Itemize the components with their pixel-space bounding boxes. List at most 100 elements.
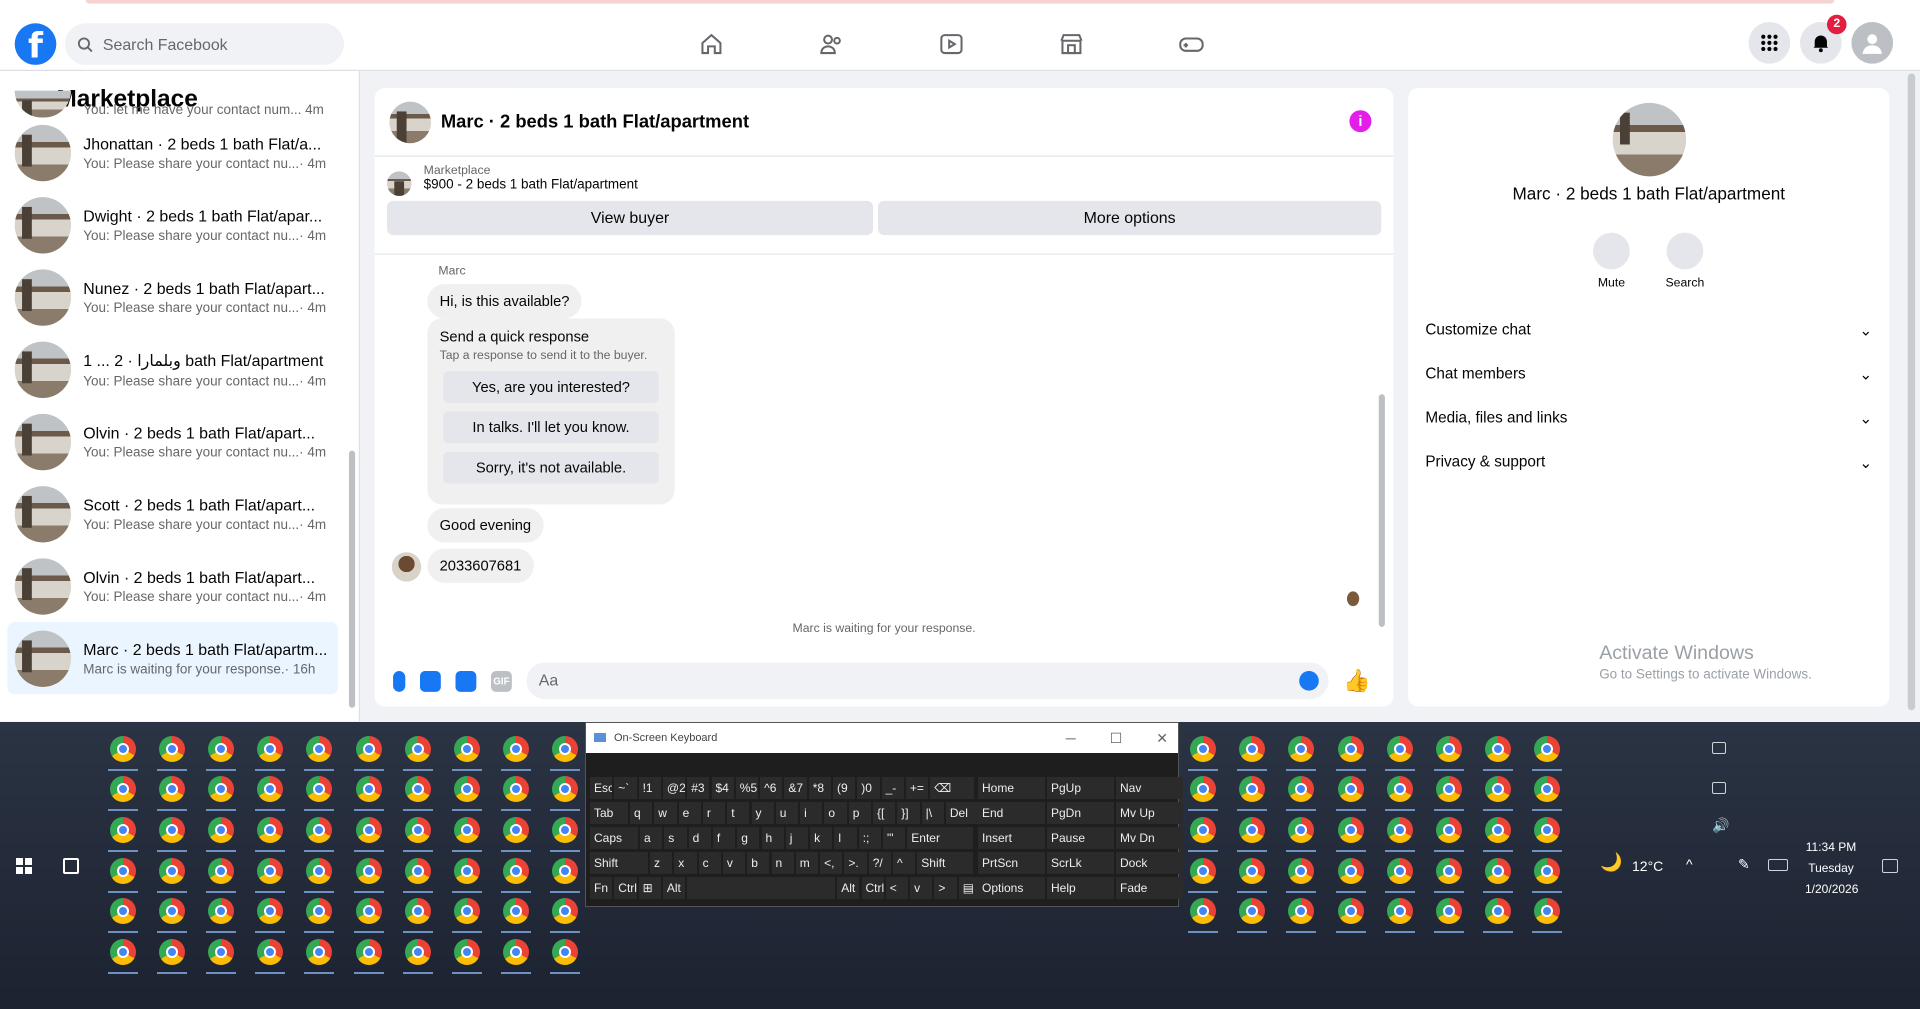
chrome-taskbar-icon[interactable]	[353, 776, 384, 811]
profile-avatar[interactable]	[1851, 22, 1894, 64]
chrome-taskbar-icon[interactable]	[1335, 898, 1366, 933]
osk-key[interactable]: +=	[905, 777, 929, 799]
marketplace-nav-icon[interactable]	[1036, 15, 1107, 74]
osk-key[interactable]: Shift	[590, 852, 648, 874]
chrome-taskbar-icon[interactable]	[451, 736, 482, 771]
osk-key[interactable]: b	[747, 852, 770, 874]
osk-key[interactable]: *8	[808, 777, 831, 799]
page-scrollbar[interactable]	[1906, 71, 1917, 722]
chrome-taskbar-icon[interactable]	[1433, 898, 1464, 933]
quick-reply-button[interactable]: Yes, are you interested?	[443, 371, 659, 403]
osk-key[interactable]: r	[702, 802, 726, 824]
chrome-taskbar-icon[interactable]	[1384, 898, 1415, 933]
gaming-nav-icon[interactable]	[1156, 15, 1227, 74]
chrome-taskbar-icon[interactable]	[1335, 817, 1366, 852]
conversation-partial[interactable]: You: let me have your contact num... 4m	[7, 90, 338, 118]
chrome-taskbar-icon[interactable]	[255, 858, 286, 893]
osk-key[interactable]: (9	[833, 777, 856, 799]
customize-chat-section[interactable]: Customize chat ⌄	[1425, 321, 1872, 339]
inbox-scrollbar[interactable]	[348, 120, 356, 720]
chrome-taskbar-icon[interactable]	[1237, 898, 1268, 933]
chrome-taskbar-icon[interactable]	[500, 939, 531, 974]
chrome-taskbar-icon[interactable]	[1433, 817, 1464, 852]
osk-key[interactable]: {[	[873, 802, 896, 824]
osk-key[interactable]: %5	[735, 777, 759, 799]
media-files-links-section[interactable]: Media, files and links ⌄	[1425, 409, 1872, 427]
message-input[interactable]: Aa	[526, 662, 1329, 700]
osk-key[interactable]: >	[934, 877, 957, 899]
chrome-taskbar-icon[interactable]	[1531, 736, 1562, 771]
chrome-taskbar-icon[interactable]	[1335, 736, 1366, 771]
osk-nav-key[interactable]: Options	[978, 877, 1045, 899]
osk-key[interactable]: }]	[897, 802, 920, 824]
chrome-taskbar-icon[interactable]	[1335, 776, 1366, 811]
search-in-chat-button[interactable]: Search	[1663, 232, 1707, 290]
chrome-taskbar-icon[interactable]	[1237, 817, 1268, 852]
osk-key[interactable]: k	[810, 827, 833, 849]
chrome-taskbar-icon[interactable]	[402, 939, 433, 974]
info-icon[interactable]: i	[1349, 110, 1372, 133]
sticker-icon[interactable]	[455, 670, 477, 692]
chrome-taskbar-icon[interactable]	[1433, 858, 1464, 893]
conversation-item[interactable]: Scott · 2 beds 1 bath Flat/apart... You: …	[7, 478, 338, 550]
chrome-taskbar-icon[interactable]	[1531, 776, 1562, 811]
chrome-taskbar-icon[interactable]	[549, 776, 580, 811]
chat-scrollbar[interactable]	[1378, 260, 1386, 640]
quick-reply-button[interactable]: Sorry, it's not available.	[443, 451, 659, 484]
osk-nav-key[interactable]: Mv Dn	[1116, 827, 1183, 849]
volume-icon[interactable]: 🔊	[1712, 817, 1729, 834]
chrome-taskbar-icon[interactable]	[1384, 776, 1415, 811]
emoji-icon[interactable]	[1299, 671, 1319, 691]
chrome-taskbar-icon[interactable]	[402, 858, 433, 893]
osk-nav-key[interactable]: End	[978, 802, 1045, 824]
chrome-taskbar-icon[interactable]	[1482, 736, 1513, 771]
osk-key[interactable]: w	[654, 802, 677, 824]
osk-key[interactable]: n	[771, 852, 794, 874]
osk-nav-key[interactable]: Mv Up	[1116, 802, 1183, 824]
osk-key[interactable]: ?/	[868, 852, 891, 874]
osk-nav-key[interactable]: ScrLk	[1047, 852, 1114, 874]
chrome-taskbar-icon[interactable]	[206, 817, 237, 852]
osk-key[interactable]: ⊞	[638, 877, 661, 899]
osk-key[interactable]: #3	[687, 777, 710, 799]
chrome-taskbar-icon[interactable]	[1531, 817, 1562, 852]
osk-key[interactable]: i	[800, 802, 823, 824]
chrome-taskbar-icon[interactable]	[1384, 736, 1415, 771]
chrome-taskbar-icon[interactable]	[500, 817, 531, 852]
conversation-item[interactable]: Nunez · 2 beds 1 bath Flat/apart... You: …	[7, 262, 338, 334]
chrome-taskbar-icon[interactable]	[108, 817, 138, 852]
notification-center-icon[interactable]	[1882, 859, 1898, 873]
chrome-taskbar-icon[interactable]	[206, 736, 237, 771]
chrome-taskbar-icon[interactable]	[304, 776, 335, 811]
osk-key[interactable]: m	[795, 852, 819, 874]
notifications-bell-icon[interactable]: 2	[1800, 14, 1847, 64]
osk-key[interactable]: &7	[784, 777, 807, 799]
chrome-taskbar-icon[interactable]	[451, 776, 482, 811]
osk-nav-key[interactable]: Insert	[978, 827, 1045, 849]
osk-key[interactable]: Fn	[590, 877, 613, 899]
osk-key[interactable]: f	[712, 827, 736, 849]
chrome-taskbar-icon[interactable]	[549, 736, 580, 771]
mute-button[interactable]: Mute	[1589, 232, 1633, 290]
chrome-taskbar-icon[interactable]	[402, 817, 433, 852]
osk-key[interactable]: |\	[921, 802, 944, 824]
chrome-taskbar-icon[interactable]	[451, 939, 482, 974]
chrome-taskbar-icon[interactable]	[1482, 858, 1513, 893]
home-nav-icon[interactable]	[676, 15, 747, 74]
chrome-taskbar-icon[interactable]	[402, 898, 433, 933]
osk-nav-key[interactable]: Nav	[1116, 777, 1183, 799]
chrome-taskbar-icon[interactable]	[451, 858, 482, 893]
chrome-taskbar-icon[interactable]	[1237, 776, 1268, 811]
osk-key[interactable]: :;	[858, 827, 881, 849]
osk-key[interactable]: d	[688, 827, 711, 849]
marketplace-listing-card[interactable]: Marketplace $900 - 2 beds 1 bath Flat/apa…	[375, 157, 1394, 196]
osk-nav-key[interactable]: Home	[978, 777, 1045, 799]
chrome-taskbar-icon[interactable]	[1188, 858, 1219, 893]
chrome-taskbar-icon[interactable]	[1335, 858, 1366, 893]
osk-key[interactable]: Caps	[590, 827, 638, 849]
chrome-taskbar-icon[interactable]	[549, 817, 580, 852]
chrome-taskbar-icon[interactable]	[157, 858, 188, 893]
osk-nav-key[interactable]: Dock	[1116, 852, 1183, 874]
chrome-taskbar-icon[interactable]	[1286, 776, 1317, 811]
osk-key[interactable]: @2	[662, 777, 686, 799]
